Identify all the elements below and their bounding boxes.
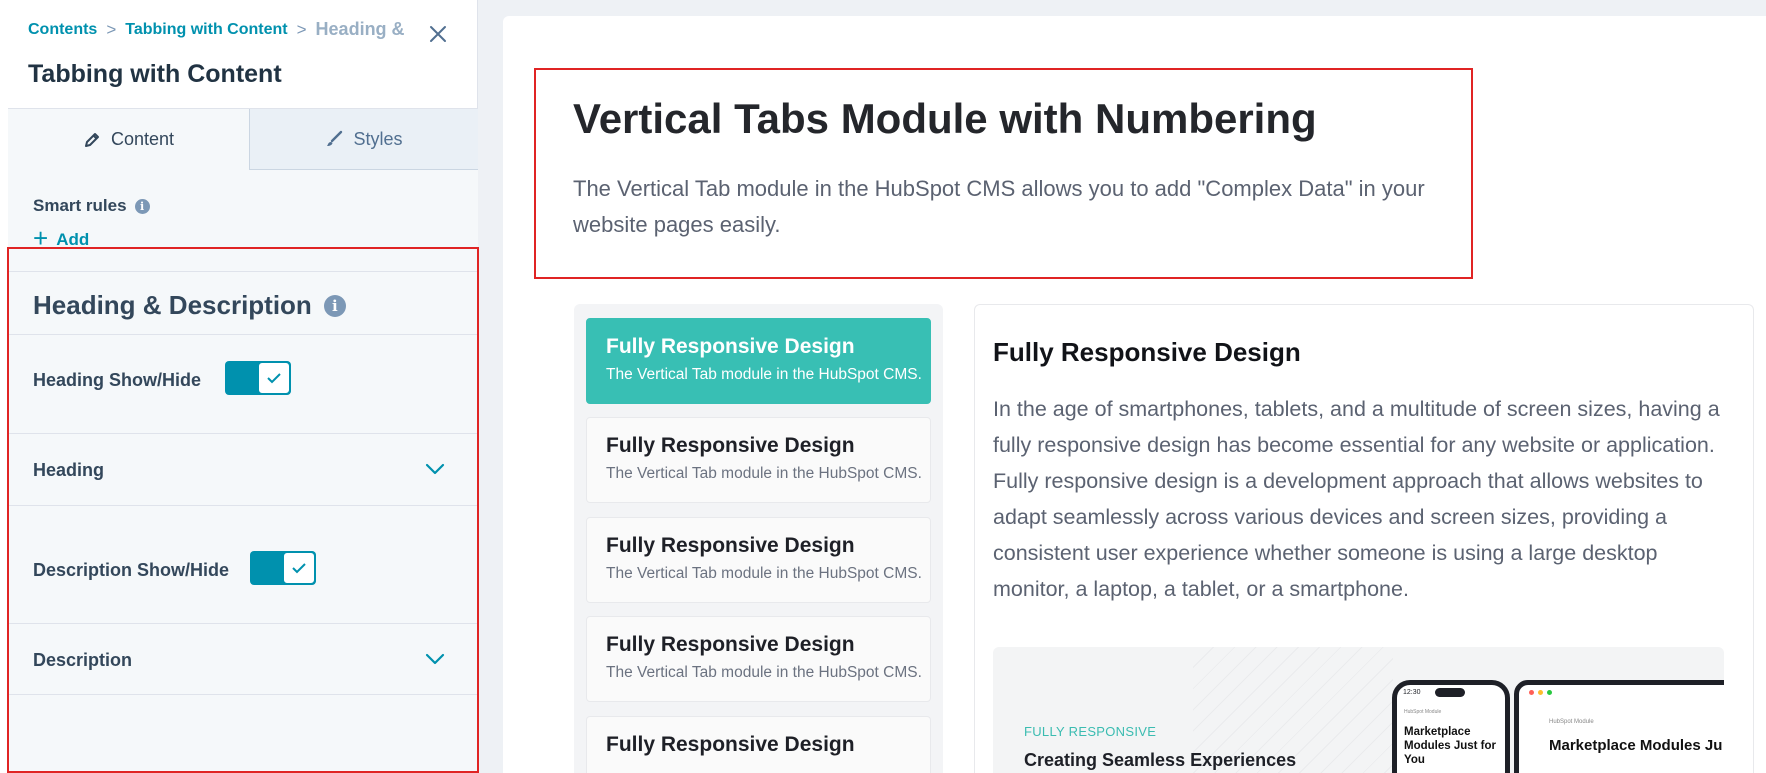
- vertical-tab-title: Fully Responsive Design: [606, 434, 855, 457]
- vertical-tab-title: Fully Responsive Design: [606, 534, 855, 557]
- info-icon[interactable]: i: [134, 198, 150, 214]
- detail-text: In the age of smartphones, tablets, and …: [993, 397, 1720, 601]
- media-kicker: FULLY RESPONSIVE: [1024, 724, 1157, 739]
- vertical-tab-5[interactable]: Fully Responsive Design: [586, 716, 931, 773]
- phone-heading: Marketplace Modules Just for You: [1404, 726, 1497, 766]
- window-dots: [1529, 690, 1552, 695]
- detail-media-image: FULLY RESPONSIVE Creating Seamless Exper…: [993, 647, 1724, 773]
- breadcrumb-separator: >: [106, 19, 117, 39]
- vertical-tab-title: Fully Responsive Design: [606, 633, 855, 656]
- vertical-tab-title: Fully Responsive Design: [606, 335, 855, 358]
- hero-title: Vertical Tabs Module with Numbering: [573, 95, 1317, 142]
- brush-icon: [327, 130, 343, 146]
- tablet-mini-label: HubSpot Module: [1549, 719, 1594, 725]
- breadcrumb-item-contents[interactable]: Contents: [28, 21, 97, 39]
- highlight-box: [7, 247, 479, 773]
- close-icon[interactable]: [427, 23, 449, 45]
- detail-title: Fully Responsive Design: [993, 337, 1301, 367]
- vertical-tab-desc: The Vertical Tab module in the HubSpot C…: [606, 664, 922, 681]
- vertical-tab-title: Fully Responsive Design: [606, 733, 855, 756]
- tab-content[interactable]: Content: [8, 109, 250, 170]
- vertical-tab-desc: The Vertical Tab module in the HubSpot C…: [606, 565, 922, 582]
- pencil-icon: [84, 132, 99, 147]
- panel-title: Tabbing with Content: [28, 60, 282, 88]
- phone-mockup: 12:30 HubSpot Module Marketplace Modules…: [1392, 680, 1510, 773]
- vertical-tab-desc: The Vertical Tab module in the HubSpot C…: [606, 465, 922, 482]
- phone-notch: [1435, 688, 1465, 697]
- breadcrumb-item-tabbing[interactable]: Tabbing with Content: [125, 21, 287, 39]
- tablet-mockup: HubSpot Module Marketplace Modules Ju: [1514, 680, 1724, 773]
- smart-rules: Smart rules i: [33, 196, 150, 216]
- vertical-tab-1[interactable]: Fully Responsive Design The Vertical Tab…: [586, 318, 931, 404]
- breadcrumb-current: Heading &: [315, 19, 405, 39]
- tab-styles-label: Styles: [353, 128, 403, 149]
- media-heading: Creating Seamless Experiences: [1024, 750, 1297, 770]
- editor-tabs: Content Styles: [8, 108, 478, 170]
- breadcrumb: Contents > Tabbing with Content > Headin…: [28, 19, 405, 40]
- vertical-tab-3[interactable]: Fully Responsive Design The Vertical Tab…: [586, 517, 931, 603]
- vertical-tab-desc: The Vertical Tab module in the HubSpot C…: [606, 366, 922, 383]
- breadcrumb-separator: >: [296, 19, 307, 39]
- vertical-tab-4[interactable]: Fully Responsive Design The Vertical Tab…: [586, 616, 931, 702]
- hero-description: The Vertical Tab module in the HubSpot C…: [573, 176, 1425, 237]
- tab-styles[interactable]: Styles: [250, 109, 478, 170]
- phone-mini-label: HubSpot Module: [1404, 709, 1442, 715]
- smart-rules-label: Smart rules: [33, 196, 127, 215]
- vertical-tab-2[interactable]: Fully Responsive Design The Vertical Tab…: [586, 417, 931, 503]
- tablet-heading: Marketplace Modules Ju: [1549, 737, 1723, 754]
- tab-content-label: Content: [110, 129, 175, 149]
